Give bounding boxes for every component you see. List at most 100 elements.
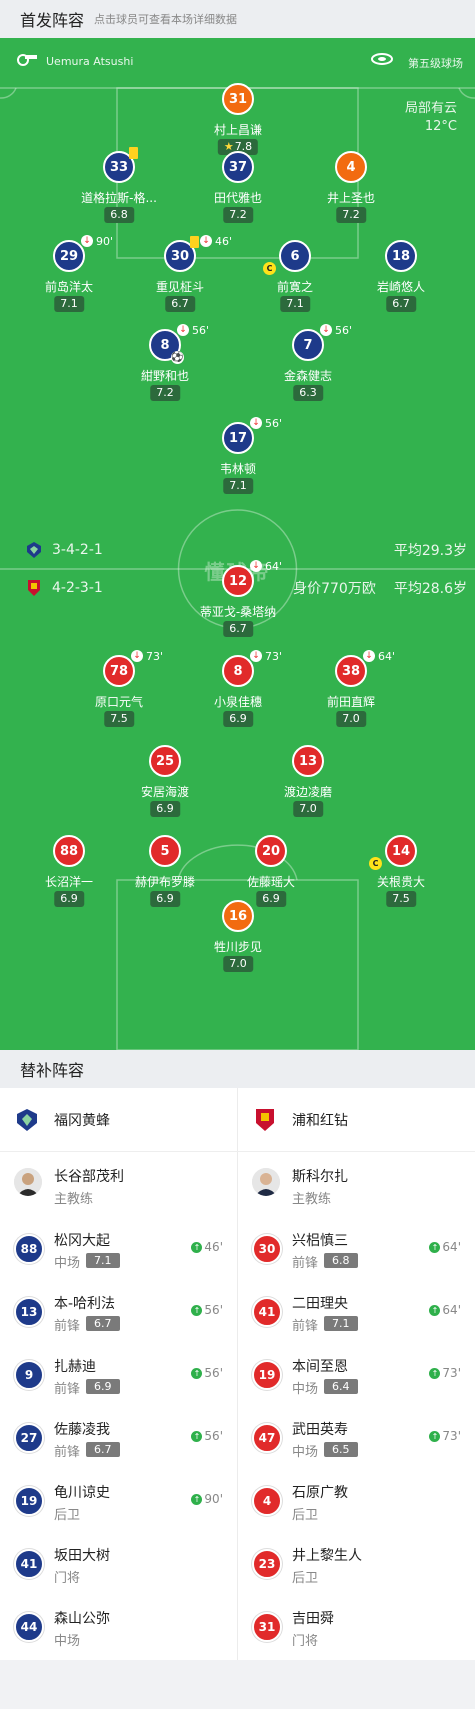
sub-on-minute: 90' — [204, 1492, 223, 1506]
sub-player-name: 兴梠慎三 — [292, 1233, 348, 1249]
coach-avatar-icon — [252, 1168, 280, 1196]
player-away-5[interactable]: 13 渡边凌磨 7.0 — [258, 745, 358, 823]
away-team-cell[interactable]: 浦和红钻 — [238, 1088, 475, 1152]
player-away-6[interactable]: 88 长沼洋一 6.9 — [19, 835, 119, 913]
player-rating: 7.0 — [223, 956, 253, 972]
player-away-10[interactable]: 16 牲川步见 7.0 — [188, 900, 288, 978]
player-home-10[interactable]: 17 韦林顿 7.1 ↓ 56' — [188, 417, 288, 500]
away-coach[interactable]: 斯科尔扎 主教练 — [238, 1152, 475, 1215]
player-home-1[interactable]: 33 道格拉斯-格... 6.8 — [69, 147, 169, 229]
player-home-8[interactable]: 8 紺野和也 7.2 ↓ 56' ⚽ — [115, 324, 215, 407]
referee-name: Uemura Atsushi — [46, 55, 134, 68]
sub-on-indicator: ↑ 64' — [429, 1240, 461, 1254]
home-coach[interactable]: 长谷部茂利 主教练 — [0, 1152, 237, 1215]
player-home-7[interactable]: 18 岩崎悠人 6.7 — [351, 240, 451, 318]
rating-value: 6.7 — [171, 297, 189, 310]
sub-player-position: 后卫 — [54, 1508, 81, 1523]
sub-on-icon: ↑ — [191, 1367, 203, 1379]
player-away-9[interactable]: 14 关根贵大 7.5 C — [351, 835, 451, 913]
player-name: 小泉佳穗 — [213, 695, 262, 709]
player-away-4[interactable]: 25 安居海渡 6.9 — [115, 745, 215, 823]
whistle-icon — [17, 54, 37, 66]
rating-value: 6.9 — [229, 712, 247, 725]
weather-temperature: 12°C — [424, 119, 457, 134]
sub-player-away[interactable]: 30 兴梠慎三 前锋 6.8 ↑ 64' — [238, 1216, 475, 1279]
away-team-crest-icon — [28, 580, 40, 596]
home-team-crest-icon — [17, 1109, 37, 1131]
subs-title: 替补阵容 — [20, 1061, 85, 1080]
jersey-number: 88 — [53, 835, 85, 867]
sub-player-home[interactable]: 88 松冈大起 中场 7.1 ↑ 46' — [0, 1216, 237, 1279]
sub-off-minute: 46' — [215, 234, 233, 248]
sub-player-home[interactable]: 13 本-哈利法 前锋 6.7 ↑ 56' — [0, 1279, 237, 1342]
sub-player-away[interactable]: 4 石原广教 后卫 — [238, 1468, 475, 1531]
sub-player-away[interactable]: 47 武田英寿 中场 6.5 ↑ 73' — [238, 1405, 475, 1468]
rating-value: 6.7 — [392, 297, 410, 310]
sub-player-name: 石原广教 — [292, 1485, 348, 1501]
sub-on-minute: 64' — [442, 1303, 461, 1317]
sub-off-icon: ↓ — [131, 650, 143, 662]
sub-on-minute: 56' — [204, 1366, 223, 1380]
sub-player-away[interactable]: 41 二田理央 前锋 7.1 ↑ 64' — [238, 1279, 475, 1342]
rating-value: 7.0 — [299, 802, 317, 815]
sub-player-home[interactable]: 41 坂田大树 门将 — [0, 1531, 237, 1594]
sub-player-away[interactable]: 19 本间至恩 中场 6.4 ↑ 73' — [238, 1342, 475, 1405]
sub-player-name: 扎赫迪 — [54, 1359, 96, 1375]
player-name: 前田直辉 — [326, 695, 375, 709]
subs-header: 替补阵容 — [0, 1050, 475, 1088]
sub-player-rating: 6.7 — [86, 1442, 120, 1457]
away-coach-name: 斯科尔扎 — [292, 1169, 348, 1185]
player-home-6[interactable]: 6 前寛之 7.1 C — [245, 240, 345, 318]
away-value: 身价770万欧 — [293, 581, 376, 597]
player-home-2[interactable]: 37 田代雅也 7.2 — [188, 151, 288, 229]
sub-row: 13 本-哈利法 前锋 6.7 ↑ 56' 41 二田理央 前锋 7.1 ↑ 64' — [0, 1279, 475, 1342]
player-name: 前寛之 — [276, 280, 313, 294]
player-name: 金森健志 — [283, 369, 332, 383]
sub-player-home[interactable]: 9 扎赫迪 前锋 6.9 ↑ 56' — [0, 1342, 237, 1405]
rating-value: 7.5 — [110, 712, 128, 725]
sub-player-rating: 7.1 — [86, 1253, 120, 1268]
sub-player-position: 前锋 — [292, 1256, 319, 1271]
sub-off-minute: 73' — [265, 649, 283, 663]
sub-off-icon: ↓ — [250, 650, 262, 662]
player-rating: 6.9 — [54, 891, 84, 907]
player-away-0[interactable]: 12 蒂亚戈-桑塔纳 6.7 ↓ 64' — [188, 560, 288, 643]
player-away-1[interactable]: 78 原口元气 7.5 ↓ 73' — [69, 650, 169, 733]
sub-player-home[interactable]: 44 森山公弥 中场 — [0, 1594, 237, 1657]
sub-player-home[interactable]: 19 龟川谅史 后卫 ↑ 90' — [0, 1468, 237, 1531]
sub-jersey-number: 31 — [252, 1612, 282, 1642]
sub-player-home[interactable]: 27 佐藤凌我 前锋 6.7 ↑ 56' — [0, 1405, 237, 1468]
player-rating: 7.0 — [336, 711, 366, 727]
sub-player-away[interactable]: 31 吉田舜 门将 — [238, 1594, 475, 1657]
rating-value: 6.9 — [156, 802, 174, 815]
away-avg-age: 平均28.6岁 — [393, 581, 467, 597]
home-team-cell[interactable]: 福冈黄蜂 — [0, 1088, 237, 1152]
sub-off-indicator: ↓ 90' — [81, 234, 113, 248]
sub-off-icon: ↓ — [81, 235, 93, 247]
sub-off-minute: 90' — [96, 234, 114, 248]
sub-off-minute: 64' — [378, 649, 396, 663]
rating-value: 7.1 — [229, 479, 247, 492]
sub-player-position: 中场 — [292, 1445, 319, 1460]
sub-player-away[interactable]: 23 井上黎生人 后卫 — [238, 1531, 475, 1594]
jersey-number: 4 — [335, 151, 367, 183]
sub-jersey-number: 19 — [14, 1486, 44, 1516]
player-away-2[interactable]: 8 小泉佳穗 6.9 ↓ 73' — [188, 650, 288, 733]
player-home-3[interactable]: 4 井上圣也 7.2 — [301, 151, 401, 229]
section-title: 首发阵容 — [20, 11, 85, 30]
sub-on-indicator: ↑ 56' — [191, 1429, 223, 1443]
player-home-5[interactable]: 30 重见柾斗 6.7 ↓ 46' — [130, 235, 232, 318]
player-away-3[interactable]: 38 前田直辉 7.0 ↓ 64' — [301, 650, 401, 733]
player-name: 原口元气 — [94, 695, 143, 709]
away-coach-role: 主教练 — [292, 1192, 332, 1207]
sub-player-name: 吉田舜 — [292, 1611, 334, 1627]
sub-jersey-number: 27 — [14, 1423, 44, 1453]
player-rating: 6.9 — [150, 891, 180, 907]
player-home-4[interactable]: 29 前岛洋太 7.1 ↓ 90' — [19, 235, 119, 318]
player-home-0[interactable]: 31 村上昌谦 ★7.8 — [188, 83, 288, 161]
sub-on-icon: ↑ — [191, 1241, 203, 1253]
sub-player-name: 龟川谅史 — [54, 1485, 110, 1501]
player-home-9[interactable]: 7 金森健志 6.3 ↓ 56' — [258, 324, 358, 407]
player-rating: 6.3 — [293, 385, 323, 401]
yellow-card-icon — [190, 236, 199, 248]
